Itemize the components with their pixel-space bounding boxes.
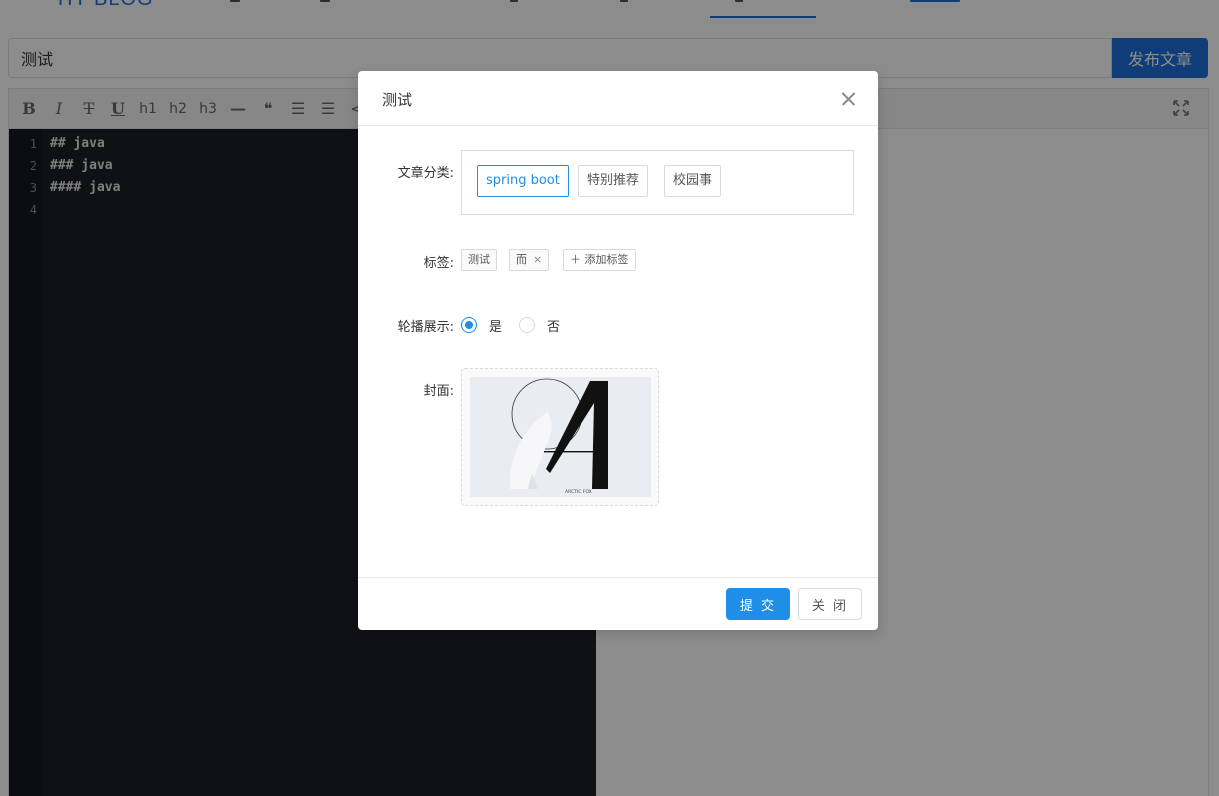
- cover-caption: ARCTIC FOX: [565, 489, 592, 495]
- dialog-title: 测试: [382, 91, 413, 109]
- tag-item[interactable]: 而 ×: [509, 249, 550, 271]
- add-tag-button[interactable]: ＋ 添加标签: [563, 249, 636, 271]
- dialog-header: 测试: [358, 71, 878, 126]
- category-option-campus[interactable]: 校园事: [664, 165, 722, 197]
- radio-checked-icon[interactable]: [461, 317, 477, 333]
- category-selector: spring boot 特别推荐 校园事: [461, 150, 854, 215]
- close-icon[interactable]: [838, 88, 860, 110]
- tags-label: 标签:: [423, 256, 454, 271]
- category-option-spring-boot[interactable]: spring boot: [477, 165, 569, 197]
- category-option-featured[interactable]: 特别推荐: [578, 165, 649, 197]
- dialog-footer: 提 交 关 闭: [358, 577, 878, 630]
- cover-upload[interactable]: ARCTIC FOX: [461, 368, 659, 506]
- carousel-label: 轮播展示:: [397, 320, 454, 335]
- radio-unchecked-icon[interactable]: [519, 317, 535, 333]
- tag-item[interactable]: 测试: [461, 249, 497, 271]
- tag-close-icon[interactable]: ×: [533, 250, 542, 270]
- radio-label: 否: [547, 320, 561, 335]
- category-label: 文章分类:: [397, 166, 454, 181]
- publish-dialog: 测试 文章分类: spring boot 特别推荐 校园事 标签: 测试 而 × …: [358, 71, 878, 630]
- cover-label: 封面:: [423, 384, 454, 399]
- tag-text: 测试: [468, 253, 490, 266]
- cover-image: ARCTIC FOX: [470, 377, 651, 497]
- submit-button[interactable]: 提 交: [726, 588, 790, 620]
- tag-text: 而: [516, 253, 527, 266]
- radio-label: 是: [489, 320, 503, 335]
- close-button[interactable]: 关 闭: [798, 588, 862, 620]
